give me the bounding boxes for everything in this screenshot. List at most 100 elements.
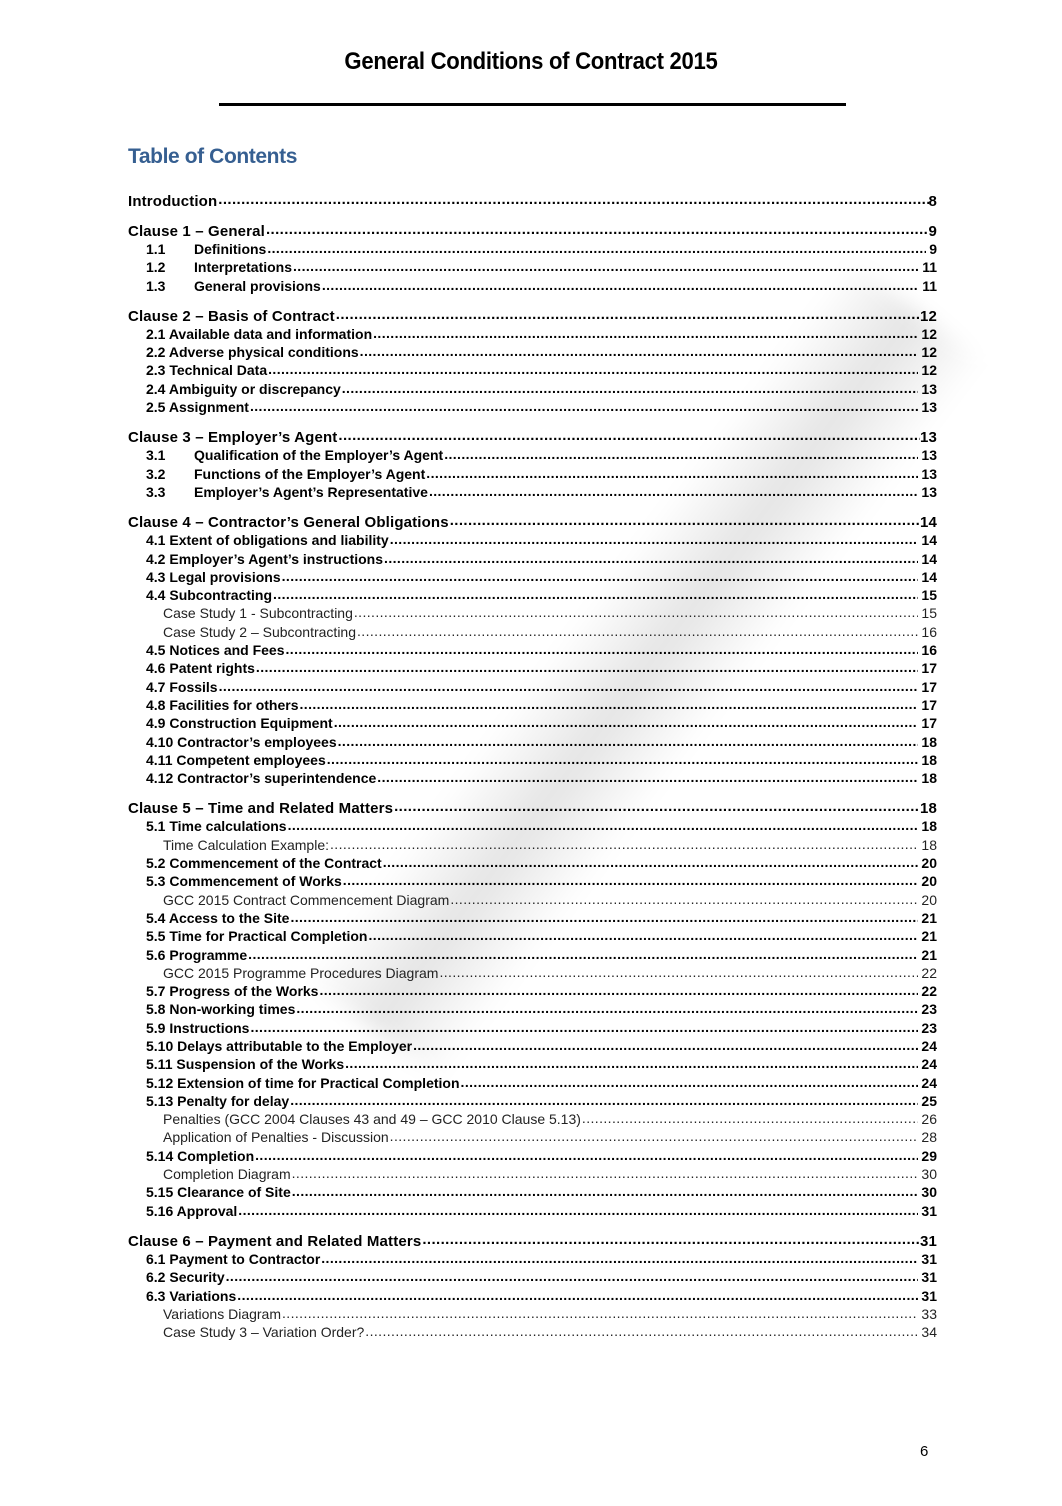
toc-clause-entry[interactable]: Clause 6 – Payment and Related Matters 31 <box>128 1231 937 1250</box>
toc-section-entry[interactable]: 1.3 General provisions 11 <box>128 277 937 295</box>
toc-clause-entry[interactable]: Clause 4 – Contractor’s General Obligati… <box>128 512 937 531</box>
toc-section-entry[interactable]: 4.10 Contractor’s employees 18 <box>128 733 937 751</box>
toc-subentry[interactable]: Application of Penalties - Discussion 28 <box>128 1128 937 1146</box>
toc-page-number: 25 <box>921 1092 937 1109</box>
toc-section-entry[interactable]: 1.2 Interpretations 11 <box>128 258 937 276</box>
toc-section-entry[interactable]: 4.12 Contractor’s superintendence 18 <box>128 769 937 787</box>
toc-section-entry[interactable]: 4.3 Legal provisions 14 <box>128 568 937 586</box>
toc-section-entry[interactable]: 5.9 Instructions 23 <box>128 1019 937 1037</box>
toc-clause-entry[interactable]: Clause 3 – Employer’s Agent 13 <box>128 427 937 446</box>
toc-clause-entry[interactable]: Clause 2 – Basis of Contract 12 <box>128 306 937 325</box>
toc-section-entry[interactable]: 4.2 Employer’s Agent’s instructions 14 <box>128 550 937 568</box>
toc-section-entry[interactable]: 5.15 Clearance of Site 30 <box>128 1183 937 1201</box>
toc-section-entry[interactable]: 2.5 Assignment 13 <box>128 398 937 416</box>
toc-entry-number: 1.2 <box>146 259 166 276</box>
toc-section-entry[interactable]: 2.3 Technical Data 12 <box>128 361 937 379</box>
toc-subentry[interactable]: Case Study 1 - Subcontracting 15 <box>128 604 937 622</box>
toc-entry-label: 2.2 Adverse physical conditions <box>146 344 359 361</box>
toc-page-number: 18 <box>921 751 937 768</box>
toc-section-entry[interactable]: 4.8 Facilities for others 17 <box>128 696 937 714</box>
toc-clause-entry[interactable]: Clause 5 – Time and Related Matters 18 <box>128 798 937 817</box>
toc-section-entry[interactable]: 5.8 Non-working times 23 <box>128 1000 937 1018</box>
toc-subentry[interactable]: Variations Diagram 33 <box>128 1305 937 1323</box>
toc-section-entry[interactable]: 3.1 Qualification of the Employer’s Agent… <box>128 446 937 464</box>
dot-leader <box>444 446 918 460</box>
toc-section-entry[interactable]: 5.6 Programme 21 <box>128 946 937 964</box>
toc-section-entry[interactable]: 3.3 Employer’s Agent’s Representative 13 <box>128 483 937 501</box>
dot-leader <box>226 1268 919 1282</box>
toc-subentry[interactable]: Time Calculation Example: 18 <box>128 836 937 854</box>
toc-subentry[interactable]: Penalties (GCC 2004 Clauses 43 and 49 – … <box>128 1110 937 1128</box>
dot-leader <box>390 1128 919 1142</box>
toc-entry-label: 4.9 Construction Equipment <box>146 715 333 732</box>
toc-entry-label: 6.1 Payment to Contractor <box>146 1250 321 1267</box>
toc-section-entry[interactable]: 5.3 Commencement of Works 20 <box>128 872 937 890</box>
toc-section-entry[interactable]: 4.9 Construction Equipment 17 <box>128 714 937 732</box>
toc-entry-title: Interpretations <box>194 259 293 276</box>
toc-entry-label: 4.6 Patent rights <box>146 660 255 677</box>
toc-page-number: 18 <box>921 770 937 787</box>
dot-leader <box>327 751 919 765</box>
toc-entry-label: 5.3 Commencement of Works <box>146 873 342 890</box>
toc-section-entry[interactable]: 6.2 Security 31 <box>128 1268 937 1286</box>
toc-section-entry[interactable]: 5.12 Extension of time for Practical Com… <box>128 1074 937 1092</box>
toc-clause-entry[interactable]: Clause 1 – General 9 <box>128 221 937 240</box>
dot-leader <box>439 964 918 978</box>
toc-section-entry[interactable]: 2.4 Ambiguity or discrepancy 13 <box>128 380 937 398</box>
toc-section-entry[interactable]: 4.5 Notices and Fees 16 <box>128 641 937 659</box>
toc-entry-label: 5.11 Suspension of the Works <box>146 1056 345 1073</box>
toc-section-entry[interactable]: 1.1 Definitions 9 <box>128 240 937 258</box>
table-of-contents: Introduction 8 Clause 1 – General 9 1.1 Defin… <box>128 191 937 1341</box>
toc-page-number: 24 <box>921 1074 937 1091</box>
toc-section-entry[interactable]: 5.16 Approval 31 <box>128 1202 937 1220</box>
toc-entry-label: 5.16 Approval <box>146 1202 238 1219</box>
toc-clause-entry[interactable]: Introduction 8 <box>128 191 937 210</box>
toc-section-entry[interactable]: 2.1 Available data and information 12 <box>128 325 937 343</box>
toc-entry-label: 4.8 Facilities for others <box>146 696 299 713</box>
toc-section-entry[interactable]: 5.1 Time calculations 18 <box>128 817 937 835</box>
toc-section-entry[interactable]: 4.7 Fossils 17 <box>128 678 937 696</box>
toc-entry-label: 5.4 Access to the Site <box>146 909 290 926</box>
toc-page-number: 20 <box>921 891 937 908</box>
toc-section-entry[interactable]: 5.2 Commencement of the Contract 20 <box>128 854 937 872</box>
toc-entry-label: 4.11 Competent employees <box>146 751 326 768</box>
toc-page-number: 20 <box>921 873 937 890</box>
toc-section-entry[interactable]: 5.14 Completion 29 <box>128 1147 937 1165</box>
toc-subentry[interactable]: Completion Diagram 30 <box>128 1165 937 1183</box>
toc-subentry[interactable]: Case Study 2 – Subcontracting 16 <box>128 623 937 641</box>
toc-page-number: 33 <box>921 1305 937 1322</box>
toc-entry-label: 2.3 Technical Data <box>146 362 268 379</box>
toc-section-entry[interactable]: 5.5 Time for Practical Completion 21 <box>128 927 937 945</box>
toc-entry-label: 4.12 Contractor’s superintendence <box>146 770 377 787</box>
dot-leader <box>267 240 926 254</box>
toc-section-entry[interactable]: 6.1 Payment to Contractor 31 <box>128 1250 937 1268</box>
dot-leader <box>288 817 919 831</box>
toc-section-entry[interactable]: 5.10 Delays attributable to the Employer… <box>128 1037 937 1055</box>
toc-section-entry[interactable]: 4.11 Competent employees 18 <box>128 751 937 769</box>
toc-section-entry[interactable]: 2.2 Adverse physical conditions 12 <box>128 343 937 361</box>
toc-entry-number: 1.3 <box>146 277 166 294</box>
toc-subentry[interactable]: GCC 2015 Programme Procedures Diagram 22 <box>128 964 937 982</box>
toc-entry-label: 2.4 Ambiguity or discrepancy <box>146 380 341 397</box>
dot-leader <box>343 872 919 886</box>
toc-section-entry[interactable]: 4.6 Patent rights 17 <box>128 659 937 677</box>
toc-section-entry[interactable]: 4.4 Subcontracting 15 <box>128 586 937 604</box>
toc-page-number: 12 <box>921 344 937 361</box>
dot-leader <box>255 1147 918 1161</box>
toc-section-entry[interactable]: 4.1 Extent of obligations and liability 1… <box>128 531 937 549</box>
toc-section-entry[interactable]: 6.3 Variations 31 <box>128 1287 937 1305</box>
toc-section-entry[interactable]: 5.7 Progress of the Works 22 <box>128 982 937 1000</box>
toc-entry-label: 5.2 Commencement of the Contract <box>146 855 382 872</box>
toc-heading: Table of Contents <box>128 145 297 168</box>
dot-leader <box>322 277 919 291</box>
toc-subentry[interactable]: Case Study 3 – Variation Order? 34 <box>128 1323 937 1341</box>
toc-page-number: 17 <box>921 696 937 713</box>
toc-subentry[interactable]: GCC 2015 Contract Commencement Diagram 20 <box>128 891 937 909</box>
toc-entry-label: Clause 4 – Contractor’s General Obligati… <box>128 514 449 532</box>
dot-leader <box>219 678 919 692</box>
toc-section-entry[interactable]: 5.11 Suspension of the Works 24 <box>128 1055 937 1073</box>
dot-leader <box>450 891 918 905</box>
toc-section-entry[interactable]: 5.13 Penalty for delay 25 <box>128 1092 937 1110</box>
toc-section-entry[interactable]: 3.2 Functions of the Employer’s Agent 13 <box>128 465 937 483</box>
toc-section-entry[interactable]: 5.4 Access to the Site 21 <box>128 909 937 927</box>
